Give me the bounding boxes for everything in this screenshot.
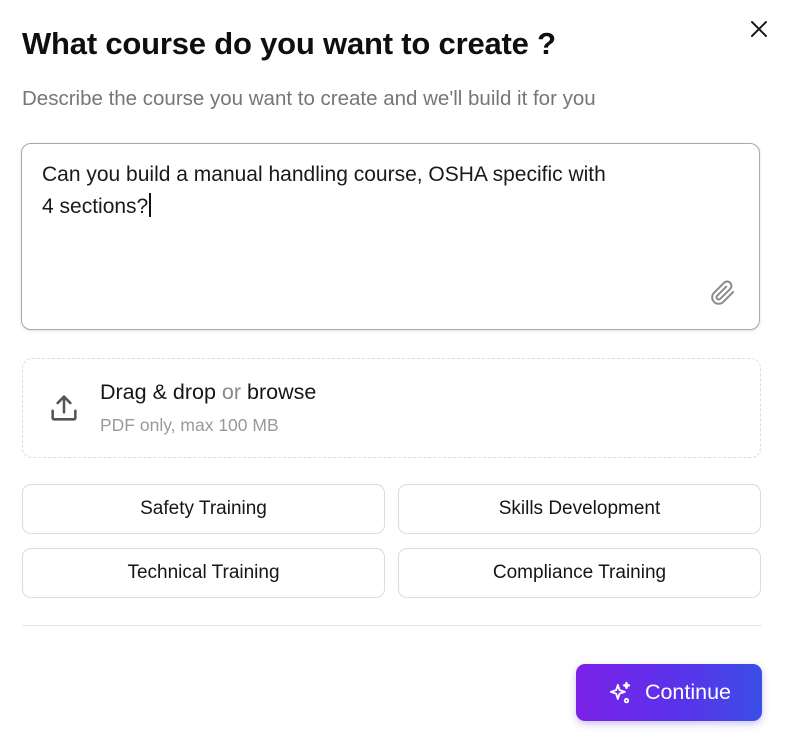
dialog-subtitle: Describe the course you want to create a…	[22, 87, 596, 110]
footer-divider	[22, 625, 762, 626]
file-dropzone[interactable]: Drag & drop or browse PDF only, max 100 …	[22, 358, 761, 458]
close-icon	[751, 21, 767, 37]
paperclip-icon	[711, 280, 735, 305]
continue-label: Continue	[644, 680, 732, 704]
drag-drop-text: Drag & drop	[100, 380, 216, 404]
sparkles-icon	[609, 681, 631, 703]
dialog-title: What course do you want to create ?	[22, 26, 556, 61]
or-text: or	[221, 380, 242, 404]
create-course-dialog: What course do you want to create ? Desc…	[0, 0, 786, 752]
suggestion-skills-development[interactable]: Skills Development	[398, 484, 761, 534]
attach-file-button[interactable]	[707, 277, 739, 309]
course-prompt-textarea[interactable]: Can you build a manual handling course, …	[21, 143, 760, 330]
suggestion-technical-training[interactable]: Technical Training	[22, 548, 385, 598]
course-prompt-value: Can you build a manual handling course, …	[42, 163, 606, 218]
browse-link[interactable]: browse	[247, 380, 316, 404]
dropzone-label: Drag & drop or browse	[100, 380, 316, 405]
upload-icon	[51, 395, 77, 421]
suggestion-compliance-training[interactable]: Compliance Training	[398, 548, 761, 598]
text-caret	[149, 193, 151, 217]
upload-hint: PDF only, max 100 MB	[100, 415, 279, 435]
suggestion-safety-training[interactable]: Safety Training	[22, 484, 385, 534]
continue-button[interactable]: Continue	[576, 664, 762, 721]
close-button[interactable]	[745, 15, 773, 43]
